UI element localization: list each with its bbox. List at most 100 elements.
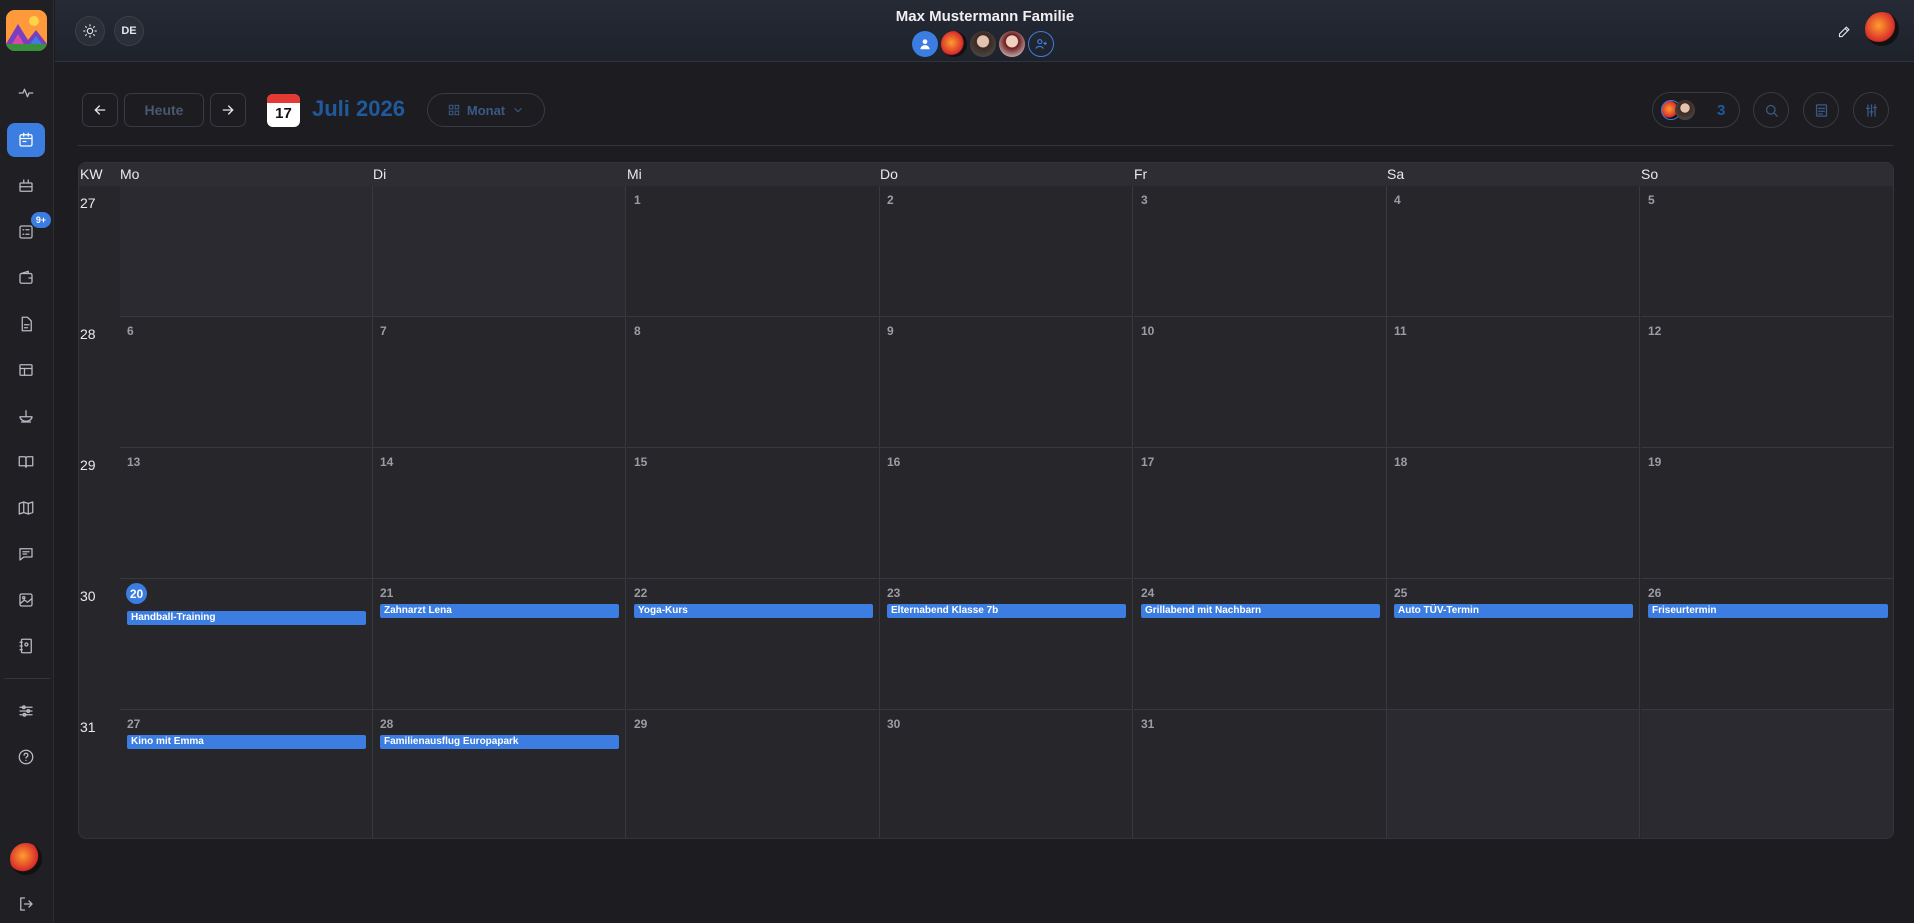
day-cell[interactable]: 10 <box>1134 317 1387 448</box>
day-number: 26 <box>1648 586 1662 600</box>
day-cell[interactable]: 6 <box>120 317 373 448</box>
calendar-event[interactable]: Grillabend mit Nachbarn <box>1141 604 1380 618</box>
calendar-week-icon <box>19 179 33 192</box>
sun-icon <box>83 24 97 38</box>
day-cell[interactable]: 23 Elternabend Klasse 7b <box>880 579 1133 710</box>
sidebar-item-calendar-week[interactable] <box>7 169 45 203</box>
add-member-button[interactable] <box>1028 31 1054 57</box>
member-avatar-woman-1[interactable] <box>970 31 996 57</box>
calendar-event[interactable]: Yoga-Kurs <box>634 604 873 618</box>
sidebar-item-chat[interactable] <box>7 537 45 571</box>
chevron-down-icon <box>514 107 523 113</box>
sidebar-item-meals[interactable] <box>7 399 45 433</box>
profile-avatar[interactable] <box>1865 12 1899 46</box>
day-cell[interactable]: 8 <box>627 317 880 448</box>
member-avatar-apple[interactable] <box>941 31 967 57</box>
calendar-event[interactable]: Kino mit Emma <box>127 735 366 749</box>
day-cell[interactable]: 11 <box>1387 317 1640 448</box>
day-header-mo: Mo <box>120 166 140 182</box>
chat-icon <box>19 548 33 561</box>
day-cell[interactable]: 19 <box>1641 448 1893 579</box>
day-number: 9 <box>887 324 894 338</box>
day-cell[interactable]: 15 <box>627 448 880 579</box>
sidebar-divider <box>4 678 50 679</box>
day-cell[interactable]: 21 Zahnarzt Lena <box>373 579 626 710</box>
day-cell[interactable]: 2 <box>880 186 1133 317</box>
sidebar-item-activity[interactable] <box>7 76 45 110</box>
day-cell[interactable]: 13 <box>120 448 373 579</box>
calendar-event[interactable]: Friseurtermin <box>1648 604 1888 618</box>
month-title: Juli 2026 <box>312 96 405 121</box>
app-logo[interactable] <box>6 10 47 51</box>
day-cell[interactable]: 20 Handball-Training <box>120 579 373 710</box>
day-cell[interactable]: 24 Grillabend mit Nachbarn <box>1134 579 1387 710</box>
sidebar-item-wallet[interactable] <box>7 261 45 295</box>
member-avatar-woman-2[interactable] <box>999 31 1025 57</box>
day-cell[interactable]: 12 <box>1641 317 1893 448</box>
day-cell[interactable]: 3 <box>1134 186 1387 317</box>
calendar-date-icon: 17 <box>267 94 300 127</box>
day-cell[interactable] <box>1641 710 1893 838</box>
calendar-event[interactable]: Familienausflug Europapark <box>380 735 619 749</box>
day-cell[interactable]: 17 <box>1134 448 1387 579</box>
calendar-event[interactable]: Handball-Training <box>127 611 366 625</box>
sidebar-item-table[interactable] <box>7 353 45 387</box>
day-cell[interactable] <box>1387 710 1640 838</box>
toolbar-divider <box>78 145 1894 146</box>
edit-button[interactable] <box>1833 20 1855 42</box>
day-cell[interactable]: 25 Auto TÜV-Termin <box>1387 579 1640 710</box>
calendar-event[interactable]: Zahnarzt Lena <box>380 604 619 618</box>
sidebar-item-book[interactable] <box>7 445 45 479</box>
sidebar-item-documents[interactable] <box>7 307 45 341</box>
language-button[interactable]: DE <box>114 16 144 46</box>
day-cell[interactable]: 9 <box>880 317 1133 448</box>
day-number: 13 <box>127 455 141 469</box>
day-number: 27 <box>127 717 141 731</box>
day-cell[interactable]: 4 <box>1387 186 1640 317</box>
day-cell[interactable]: 5 <box>1641 186 1893 317</box>
theme-toggle-button[interactable] <box>75 16 105 46</box>
day-cell[interactable]: 30 <box>880 710 1133 838</box>
search-button[interactable] <box>1753 92 1789 128</box>
help-icon <box>18 749 34 765</box>
calendar-date-day: 17 <box>275 105 292 122</box>
sidebar-item-help[interactable] <box>7 740 45 774</box>
sidebar-item-calendar[interactable] <box>7 123 45 157</box>
day-cell[interactable] <box>373 186 626 317</box>
calendar-event[interactable]: Auto TÜV-Termin <box>1394 604 1633 618</box>
day-cell[interactable]: 31 <box>1134 710 1387 838</box>
view-selector[interactable]: Monat <box>427 93 545 127</box>
member-me[interactable] <box>912 31 938 57</box>
filter-settings-button[interactable] <box>1853 92 1889 128</box>
day-cell[interactable]: 18 <box>1387 448 1640 579</box>
day-cell[interactable]: 1 <box>627 186 880 317</box>
day-cell[interactable]: 16 <box>880 448 1133 579</box>
sidebar-item-settings[interactable] <box>7 694 45 728</box>
day-cell[interactable]: 22 Yoga-Kurs <box>627 579 880 710</box>
sidebar-item-gallery[interactable] <box>7 583 45 617</box>
next-month-button[interactable] <box>210 93 246 127</box>
day-cell[interactable] <box>120 186 373 317</box>
list-view-button[interactable] <box>1803 92 1839 128</box>
day-cell[interactable]: 27 Kino mit Emma <box>120 710 373 838</box>
day-header-fr: Fr <box>1134 166 1148 182</box>
calendar-header-row: KW Mo Di Mi Do Fr Sa So <box>79 163 1893 186</box>
logout-icon <box>20 897 33 911</box>
prev-month-button[interactable] <box>82 93 118 127</box>
user-avatar[interactable] <box>8 841 44 877</box>
day-number: 4 <box>1394 193 1401 207</box>
calendar-event[interactable]: Elternabend Klasse 7b <box>887 604 1126 618</box>
day-cell[interactable]: 7 <box>373 317 626 448</box>
logout-button[interactable] <box>7 887 45 921</box>
day-number: 10 <box>1141 324 1155 338</box>
member-filter-button[interactable]: 3 <box>1652 92 1740 128</box>
sidebar-item-contacts[interactable] <box>7 629 45 663</box>
today-button[interactable]: Heute <box>124 93 204 127</box>
day-cell[interactable]: 29 <box>627 710 880 838</box>
day-cell[interactable]: 28 Familienausflug Europapark <box>373 710 626 838</box>
sidebar-item-map[interactable] <box>7 491 45 525</box>
day-cell[interactable]: 14 <box>373 448 626 579</box>
day-cell[interactable]: 26 Friseurtermin <box>1641 579 1893 710</box>
top-header: DE Max Mustermann Familie <box>55 0 1914 62</box>
day-number: 11 <box>1394 324 1407 338</box>
